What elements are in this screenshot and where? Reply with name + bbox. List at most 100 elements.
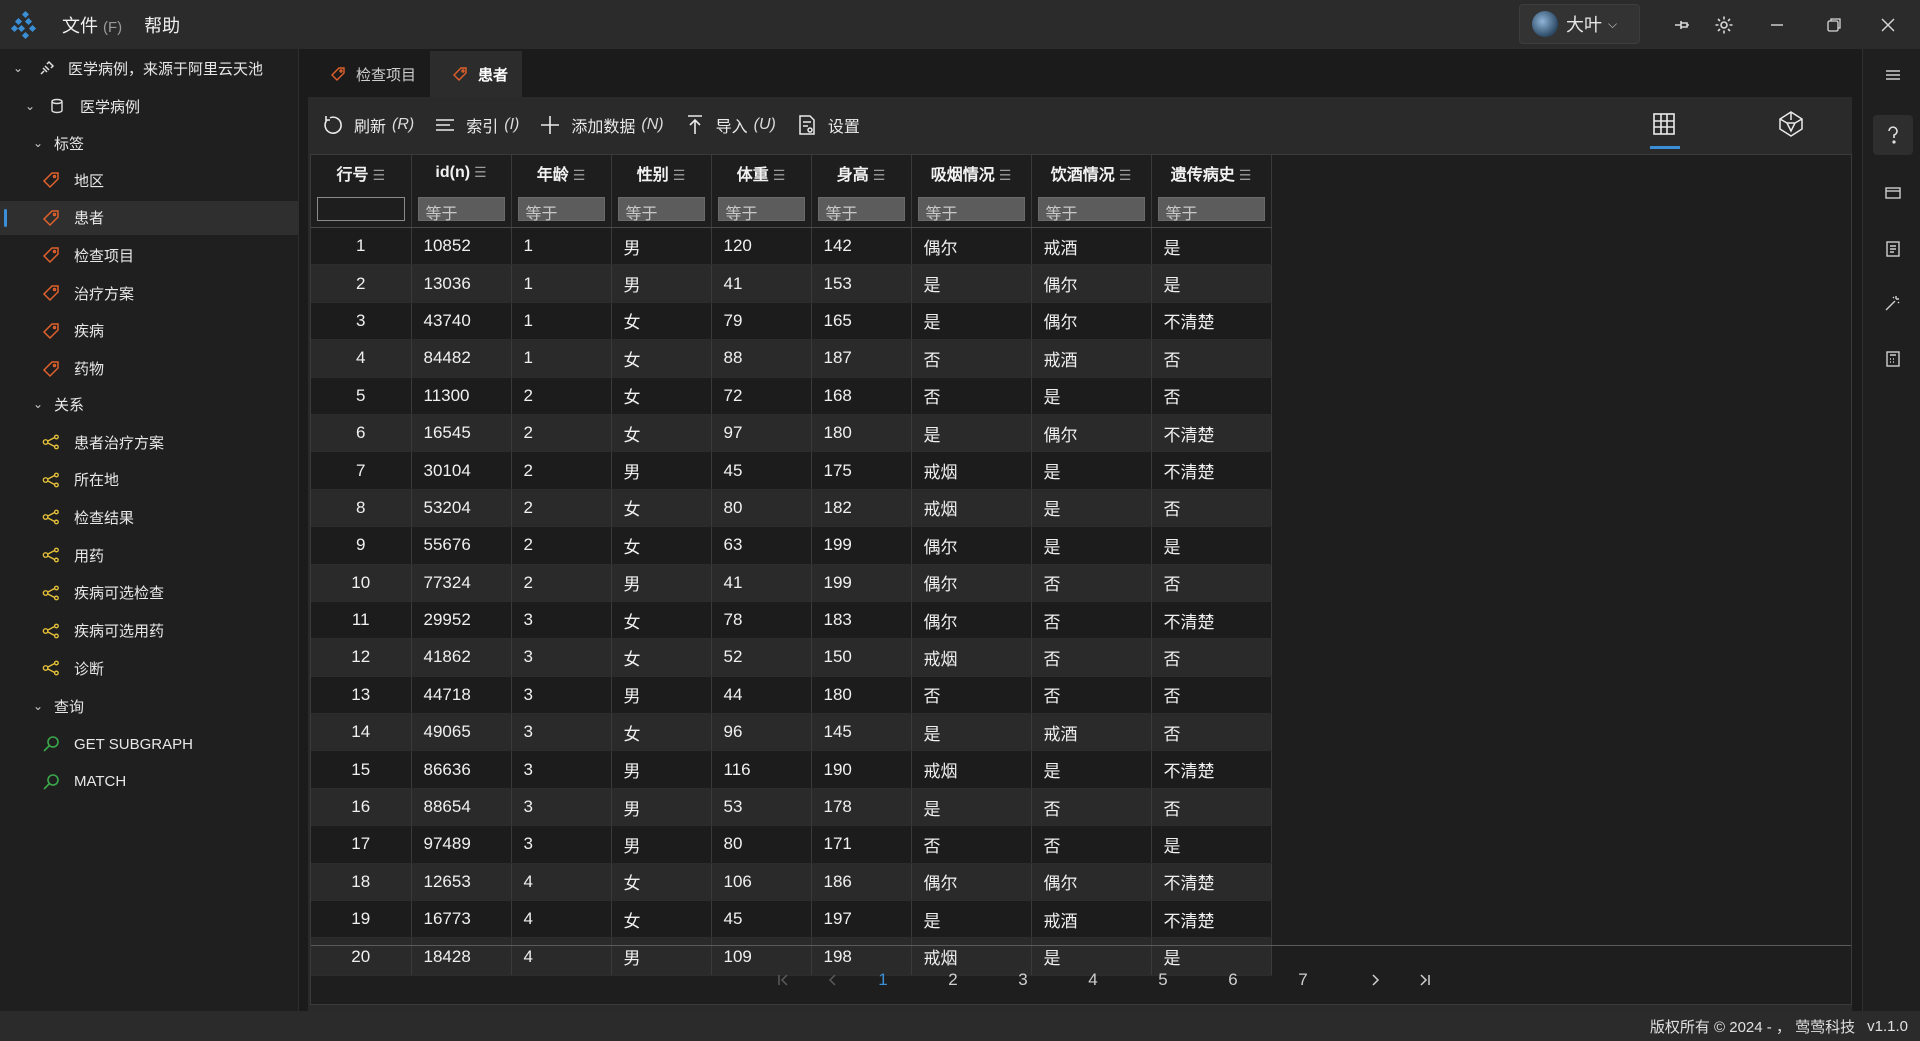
table-row[interactable]: 14 49065 3 女 96 145 是戒酒否 [311,713,1272,752]
page-button-4[interactable]: 4 [1073,962,1113,998]
first-page-button[interactable] [763,962,803,998]
table-cell[interactable]: 女 [611,900,712,939]
tree-tag-1[interactable]: 患者 [0,200,298,235]
table-cell[interactable]: 偶尔 [1031,863,1152,902]
chevron-down-icon[interactable]: ⌄ [32,136,44,150]
column-header[interactable]: 行号 ☰ [311,155,412,191]
table-cell[interactable]: 是 [911,264,1032,303]
table-cell[interactable]: 1 [511,302,612,341]
pin-button[interactable] [1660,0,1704,49]
table-cell[interactable]: 戒烟 [911,489,1032,528]
table-row[interactable]: 11 29952 3 女 78 183 偶尔否不清楚 [311,601,1272,640]
table-cell[interactable]: 72 [711,377,812,415]
table-cell[interactable]: 41862 [411,638,512,677]
column-filter-input[interactable]: 等于 [1157,197,1265,223]
table-cell[interactable]: 153 [811,264,912,303]
table-cell[interactable]: 150 [811,638,912,677]
tree-tag-5[interactable]: 药物 [0,352,298,386]
table-cell[interactable]: 45 [711,451,812,490]
close-button[interactable] [1866,0,1910,49]
help-button[interactable] [1873,115,1913,155]
table-cell[interactable]: 不清楚 [1151,302,1272,341]
table-cell[interactable]: 4 [311,339,412,378]
table-cell[interactable]: 7 [311,451,412,490]
table-cell[interactable]: 2 [511,377,612,415]
table-cell[interactable]: 97 [711,414,812,453]
table-cell[interactable]: 12653 [411,863,512,902]
tree-group-tags[interactable]: ⌄ 标签 [0,126,298,160]
user-menu[interactable]: 大叶 ⌵ [1519,4,1640,44]
table-cell[interactable]: 97489 [411,825,512,864]
column-filter-input[interactable]: 等于 [617,197,705,223]
table-cell[interactable]: 女 [611,414,712,453]
table-cell[interactable]: 15 [311,750,412,789]
table-cell[interactable]: 男 [611,564,712,602]
table-cell[interactable]: 3 [511,676,612,715]
table-cell[interactable]: 4 [511,900,612,939]
table-cell[interactable]: 偶尔 [1031,414,1152,453]
table-cell[interactable]: 168 [811,377,912,415]
table-cell[interactable]: 女 [611,526,712,565]
table-cell[interactable]: 2 [511,489,612,528]
table-cell[interactable]: 79 [711,302,812,341]
table-row[interactable]: 17 97489 3 男 80 171 否否是 [311,825,1272,864]
table-view-button[interactable] [1636,97,1692,151]
column-header[interactable]: id(n) ☰ [411,155,512,191]
column-filter-input[interactable]: 等于 [717,197,805,223]
table-cell[interactable]: 女 [611,489,712,528]
table-cell[interactable]: 偶尔 [911,564,1032,602]
table-cell[interactable]: 否 [911,825,1032,864]
page-button-5[interactable]: 5 [1143,962,1183,998]
table-cell[interactable]: 1 [311,227,412,266]
tree-group-queries[interactable]: ⌄ 查询 [0,689,298,723]
table-cell[interactable]: 是 [1031,526,1152,565]
table-cell[interactable]: 是 [911,414,1032,453]
column-menu-icon[interactable]: ☰ [372,167,385,183]
column-menu-icon[interactable]: ☰ [673,167,686,183]
column-header[interactable]: 饮酒情况 ☰ [1031,155,1152,191]
table-cell[interactable]: 16773 [411,900,512,939]
table-cell[interactable]: 否 [1031,676,1152,715]
table-cell[interactable]: 5 [311,377,412,415]
table-row[interactable]: 1 10852 1 男 120 142 偶尔 戒酒是 [311,227,1272,266]
column-menu-icon[interactable]: ☰ [999,167,1012,183]
table-cell[interactable]: 是 [1031,451,1152,490]
table-cell[interactable]: 否 [1151,676,1272,715]
table-cell[interactable]: 84482 [411,339,512,378]
table-cell[interactable]: 1 [511,264,612,303]
table-cell[interactable]: 2 [511,451,612,490]
table-cell[interactable]: 80 [711,489,812,528]
table-cell[interactable]: 偶尔 [1031,302,1152,341]
graph-view-button[interactable] [1763,97,1819,151]
table-cell[interactable]: 是 [911,788,1032,827]
minimize-button[interactable] [1755,0,1799,49]
table-cell[interactable]: 男 [611,825,712,864]
column-menu-icon[interactable]: ☰ [573,167,586,183]
table-cell[interactable]: 142 [811,227,912,266]
tree-relation-3[interactable]: 用药 [0,538,298,572]
table-cell[interactable]: 120 [711,227,812,266]
column-filter-input[interactable]: 等于 [417,197,505,223]
tab-patients[interactable]: 患者 [430,51,523,97]
table-cell[interactable]: 男 [611,451,712,490]
table-row[interactable]: 3 43740 1 女 79 165 是偶尔 不清楚 [311,302,1272,341]
menu-file[interactable]: 文件 (F) [62,12,122,38]
table-cell[interactable]: 16545 [411,414,512,453]
table-cell[interactable]: 是 [1151,526,1272,565]
column-header[interactable]: 遗传病史 ☰ [1151,155,1272,191]
table-cell[interactable]: 18 [311,863,412,902]
table-row[interactable]: 13 44718 3 男 44 180 否否否 [311,676,1272,715]
table-cell[interactable]: 186 [811,863,912,902]
table-cell[interactable]: 96 [711,713,812,752]
table-cell[interactable]: 180 [811,676,912,715]
table-cell[interactable]: 199 [811,564,912,602]
table-cell[interactable]: 偶尔 [911,601,1032,640]
table-cell[interactable]: 戒烟 [911,638,1032,677]
table-cell[interactable]: 3 [511,638,612,677]
table-cell[interactable]: 否 [1151,638,1272,677]
tree-database[interactable]: ⌄ 医学病例 [0,89,298,123]
table-cell[interactable]: 11300 [411,377,512,415]
restore-button[interactable] [1812,0,1856,49]
table-cell[interactable]: 不清楚 [1151,900,1272,939]
table-cell[interactable]: 53204 [411,489,512,528]
